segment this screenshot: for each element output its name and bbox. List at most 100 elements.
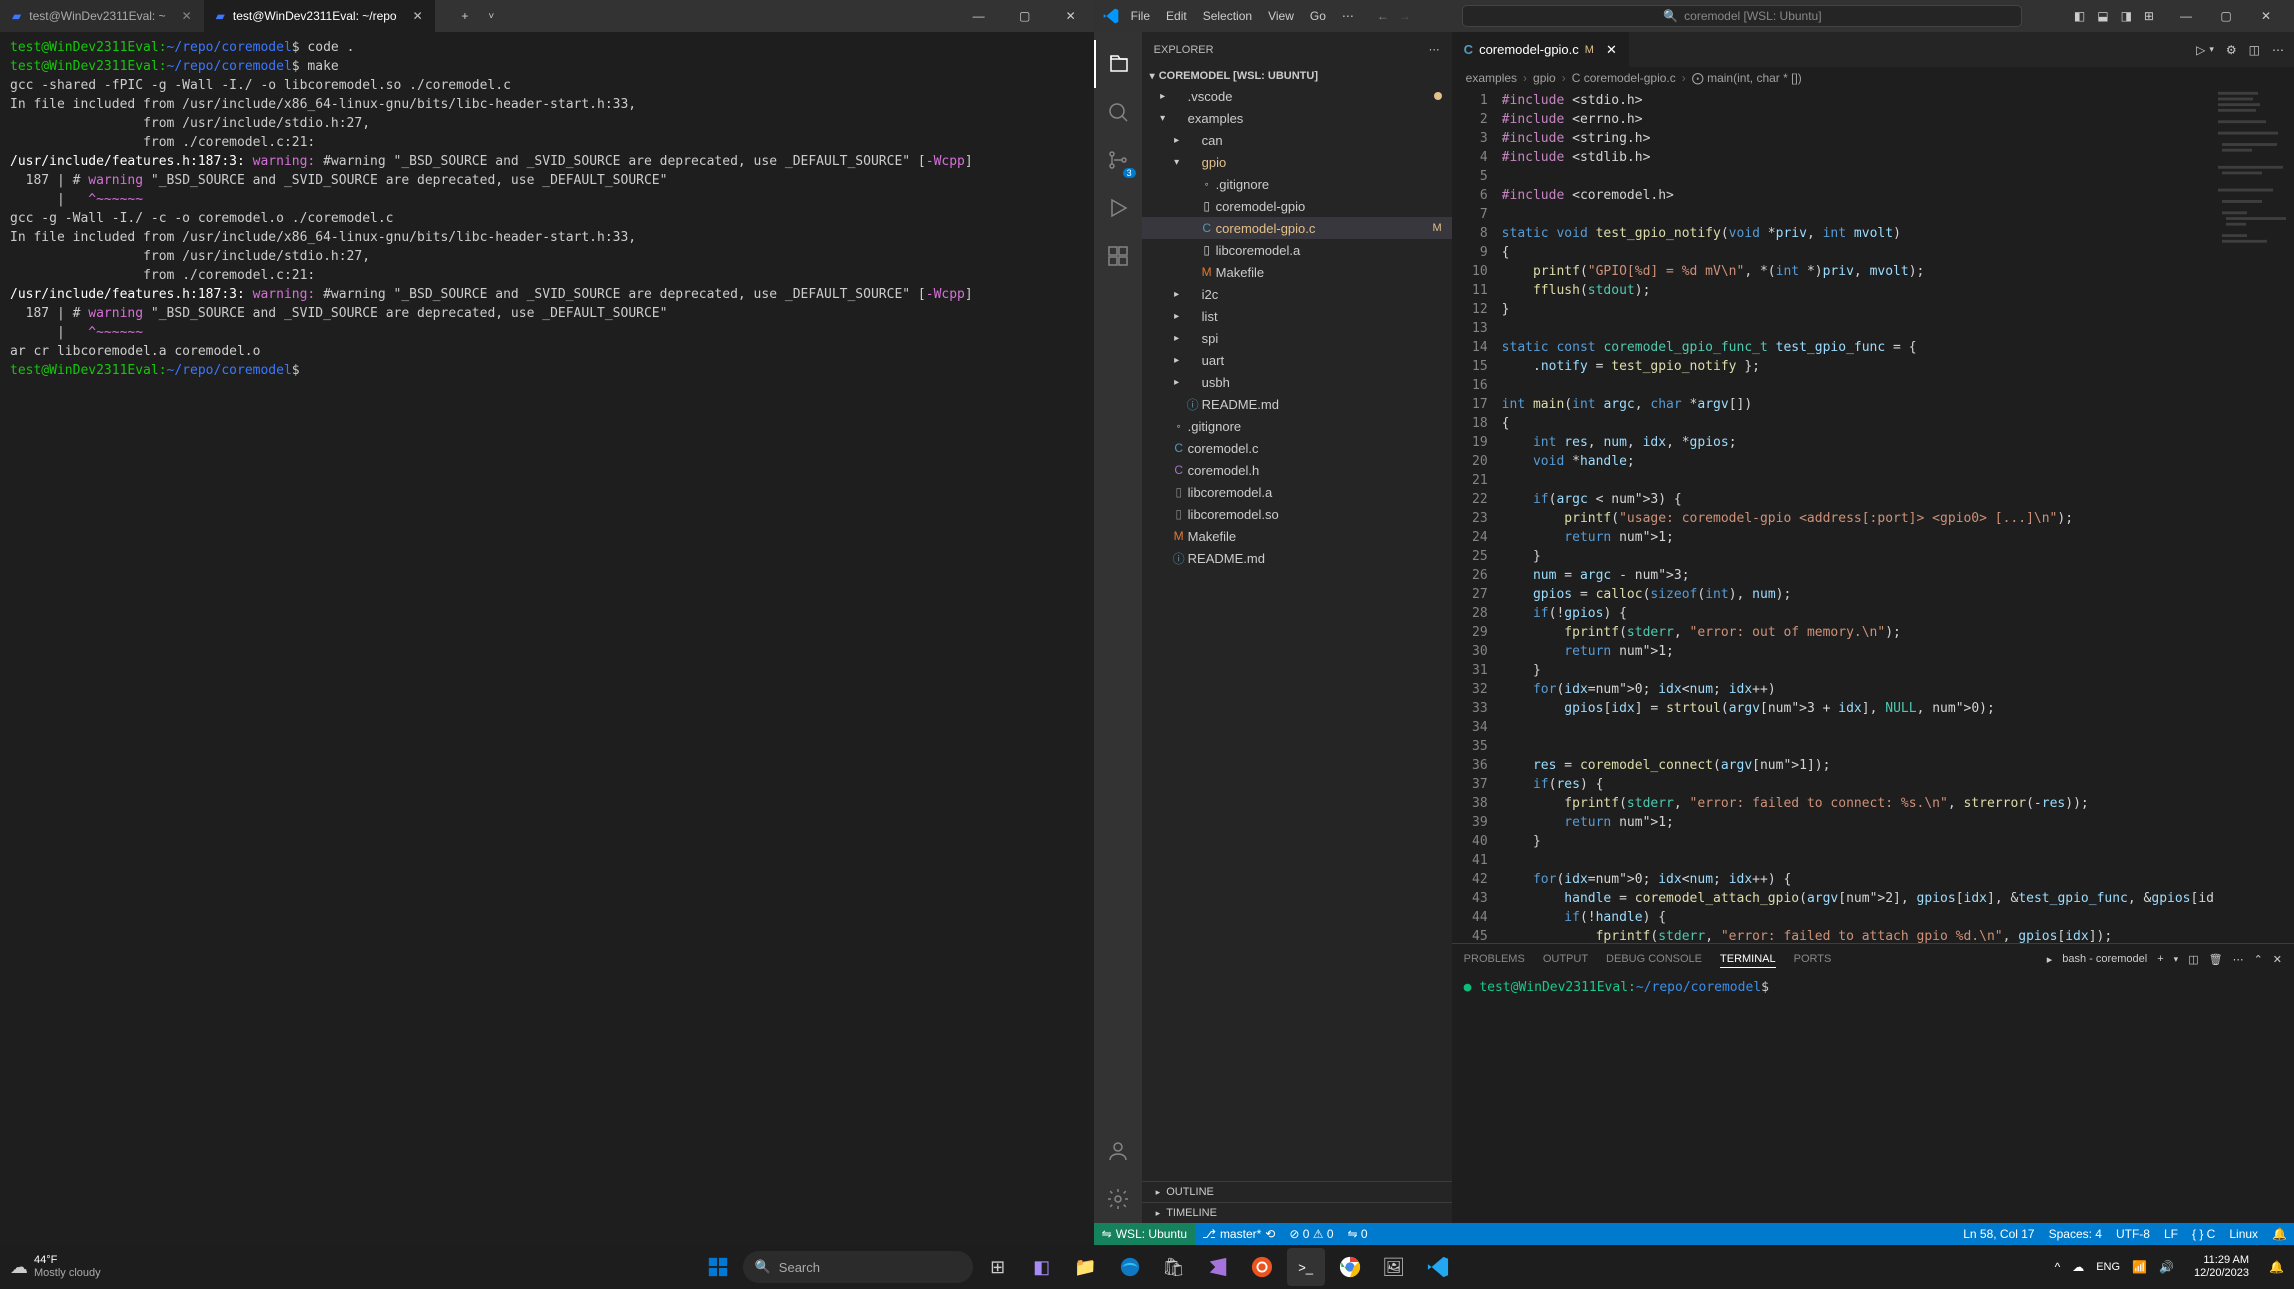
layout-left-icon[interactable]: ◧ bbox=[2074, 9, 2085, 23]
panel-tab[interactable]: TERMINAL bbox=[1720, 951, 1776, 968]
wifi-icon[interactable]: 📶 bbox=[2132, 1260, 2147, 1274]
volume-icon[interactable]: 🔊 bbox=[2159, 1260, 2174, 1274]
nav-back-icon[interactable]: ← bbox=[1377, 9, 1389, 23]
statusbar-item[interactable]: Linux bbox=[2222, 1227, 2265, 1241]
breadcrumb-item[interactable]: gpio bbox=[1533, 71, 1556, 85]
tree-item[interactable]: ▯coremodel-gpio bbox=[1142, 195, 1452, 217]
split-editor-icon[interactable]: ◫ bbox=[2249, 43, 2260, 57]
tree-item[interactable]: ⓘREADME.md bbox=[1142, 393, 1452, 415]
terminal-titlebar[interactable]: ▰test@WinDev2311Eval: ~✕▰test@WinDev2311… bbox=[0, 0, 1094, 32]
panel-tab[interactable]: PROBLEMS bbox=[1464, 951, 1525, 967]
menu-item[interactable]: ⋯ bbox=[1335, 5, 1361, 27]
panel-tab[interactable]: DEBUG CONSOLE bbox=[1606, 951, 1702, 967]
close-tab-icon[interactable]: ✕ bbox=[1606, 42, 1617, 58]
clock[interactable]: 11:29 AM 12/20/2023 bbox=[2194, 1254, 2249, 1280]
sync-icon[interactable]: ⟲ bbox=[1265, 1227, 1275, 1241]
tree-item[interactable]: ▸spi bbox=[1142, 327, 1452, 349]
start-button[interactable] bbox=[699, 1248, 737, 1286]
photos-icon[interactable]: 🖼 bbox=[1375, 1248, 1413, 1286]
taskbar-search[interactable]: 🔍Search bbox=[743, 1251, 973, 1283]
breadcrumbs[interactable]: examples›gpio›C coremodel-gpio.c›⨀ main(… bbox=[1452, 67, 2294, 89]
new-tab-button[interactable]: + bbox=[451, 9, 478, 23]
run-icon[interactable]: ▷ bbox=[2196, 43, 2205, 57]
language-icon[interactable]: ENG bbox=[2096, 1261, 2120, 1273]
close-panel-icon[interactable]: ✕ bbox=[2273, 951, 2282, 968]
tree-item[interactable]: Ccoremodel.h bbox=[1142, 459, 1452, 481]
close-tab-icon[interactable]: ✕ bbox=[413, 9, 423, 23]
outline-section[interactable]: ▸OUTLINE bbox=[1142, 1181, 1452, 1202]
tree-item[interactable]: ◦.gitignore bbox=[1142, 173, 1452, 195]
run-dropdown-icon[interactable]: ▾ bbox=[2209, 44, 2214, 55]
remote-indicator[interactable]: ⇋ WSL: Ubuntu bbox=[1094, 1223, 1195, 1245]
vsc-maximize-button[interactable]: ▢ bbox=[2206, 9, 2246, 23]
vs-icon[interactable] bbox=[1199, 1248, 1237, 1286]
tree-item[interactable]: ▸uart bbox=[1142, 349, 1452, 371]
breadcrumb-item[interactable]: ⨀ main(int, char * []) bbox=[1692, 71, 1802, 85]
vsc-close-button[interactable]: ✕ bbox=[2246, 9, 2286, 23]
timeline-section[interactable]: ▸TIMELINE bbox=[1142, 1202, 1452, 1223]
weather-icon[interactable]: ☁ bbox=[10, 1257, 28, 1278]
tree-item[interactable]: ▸can bbox=[1142, 129, 1452, 151]
maximize-panel-icon[interactable]: ⌃ bbox=[2254, 951, 2263, 968]
kill-terminal-icon[interactable]: 🗑 bbox=[2209, 951, 2223, 968]
search-activity-icon[interactable] bbox=[1094, 88, 1142, 136]
problems-indicator[interactable]: ⊘ 0 ⚠ 0 bbox=[1282, 1227, 1340, 1241]
tab-dropdown-button[interactable]: ˅ bbox=[478, 11, 504, 22]
tree-item[interactable]: ⓘREADME.md bbox=[1142, 547, 1452, 569]
panel-tab[interactable]: OUTPUT bbox=[1543, 951, 1588, 967]
terminal-dropdown-icon[interactable]: ▾ bbox=[2174, 952, 2179, 967]
tree-item[interactable]: ▸usbh bbox=[1142, 371, 1452, 393]
tree-item[interactable]: ▾gpio bbox=[1142, 151, 1452, 173]
breadcrumb-item[interactable]: C coremodel-gpio.c bbox=[1572, 71, 1676, 85]
terminal-app-icon[interactable]: >_ bbox=[1287, 1248, 1325, 1286]
workspace-root[interactable]: ▾ COREMODEL [WSL: UBUNTU] bbox=[1142, 67, 1452, 85]
tree-item[interactable]: Ccoremodel.c bbox=[1142, 437, 1452, 459]
menu-item[interactable]: View bbox=[1261, 5, 1301, 27]
close-button[interactable]: ✕ bbox=[1048, 0, 1094, 32]
explorer-more-icon[interactable]: ⋯ bbox=[1429, 43, 1440, 56]
statusbar-item[interactable]: Ln 58, Col 17 bbox=[1956, 1227, 2041, 1241]
vsc-minimize-button[interactable]: — bbox=[2166, 9, 2206, 23]
tree-item[interactable]: Ccoremodel-gpio.cM bbox=[1142, 217, 1452, 239]
onedrive-icon[interactable]: ☁ bbox=[2072, 1260, 2084, 1274]
tree-item[interactable]: ▸.vscode bbox=[1142, 85, 1452, 107]
task-view-icon[interactable]: ⊞ bbox=[979, 1248, 1017, 1286]
menu-item[interactable]: File bbox=[1124, 5, 1157, 27]
tree-item[interactable]: MMakefile bbox=[1142, 525, 1452, 547]
new-terminal-icon[interactable]: + bbox=[2157, 951, 2163, 967]
tree-item[interactable]: ▸list bbox=[1142, 305, 1452, 327]
nav-forward-icon[interactable]: → bbox=[1399, 9, 1411, 23]
terminal-tab[interactable]: ▰test@WinDev2311Eval: ~/repo✕ bbox=[204, 0, 435, 32]
store-icon[interactable]: 🛍 bbox=[1155, 1248, 1193, 1286]
explorer-icon[interactable] bbox=[1094, 40, 1142, 88]
source-control-icon[interactable]: 3 bbox=[1094, 136, 1142, 184]
statusbar-item[interactable]: UTF-8 bbox=[2109, 1227, 2157, 1241]
statusbar-item[interactable]: Spaces: 4 bbox=[2042, 1227, 2109, 1241]
panel-tab[interactable]: PORTS bbox=[1794, 951, 1832, 967]
tree-item[interactable]: MMakefile bbox=[1142, 261, 1452, 283]
command-center[interactable]: 🔍coremodel [WSL: Ubuntu] bbox=[1462, 5, 2022, 27]
menu-item[interactable]: Selection bbox=[1196, 5, 1259, 27]
chrome-icon[interactable] bbox=[1331, 1248, 1369, 1286]
edge-icon[interactable] bbox=[1111, 1248, 1149, 1286]
tree-item[interactable]: ▯libcoremodel.so bbox=[1142, 503, 1452, 525]
account-icon[interactable] bbox=[1094, 1127, 1142, 1175]
tray-expand-icon[interactable]: ^ bbox=[2055, 1260, 2061, 1274]
tree-item[interactable]: ▯libcoremodel.a bbox=[1142, 481, 1452, 503]
editor-tab[interactable]: C coremodel-gpio.c M ✕ bbox=[1452, 32, 1629, 67]
tree-item[interactable]: ◦.gitignore bbox=[1142, 415, 1452, 437]
clip-icon[interactable]: ◧ bbox=[1023, 1248, 1061, 1286]
extensions-icon[interactable] bbox=[1094, 232, 1142, 280]
explorer-app-icon[interactable]: 📁 bbox=[1067, 1248, 1105, 1286]
maximize-button[interactable]: ▢ bbox=[1002, 0, 1048, 32]
tree-item[interactable]: ▾examples bbox=[1142, 107, 1452, 129]
settings-gear-icon[interactable] bbox=[1094, 1175, 1142, 1223]
layout-custom-icon[interactable]: ⊞ bbox=[2144, 9, 2154, 23]
tree-item[interactable]: ▯libcoremodel.a bbox=[1142, 239, 1452, 261]
close-tab-icon[interactable]: ✕ bbox=[182, 9, 192, 23]
integrated-terminal[interactable]: ● test@WinDev2311Eval:~/repo/coremodel$ bbox=[1452, 974, 2294, 1223]
menu-item[interactable]: Edit bbox=[1159, 5, 1194, 27]
vscode-app-icon[interactable] bbox=[1419, 1248, 1457, 1286]
breadcrumb-item[interactable]: examples bbox=[1466, 71, 1517, 85]
statusbar-item[interactable]: { } C bbox=[2185, 1227, 2222, 1241]
